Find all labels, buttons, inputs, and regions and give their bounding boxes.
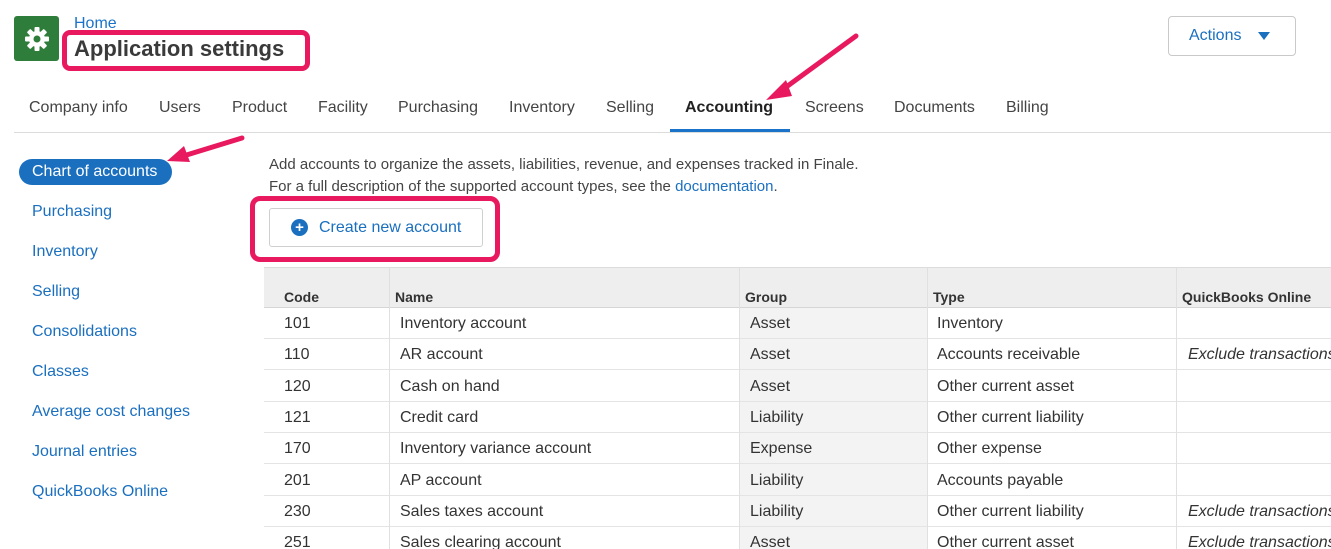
column-header-group[interactable]: Group	[745, 289, 787, 305]
cell-quickbooks-online: Exclude transactions	[1188, 534, 1331, 549]
sidebar-item-classes[interactable]: Classes	[32, 363, 89, 381]
tab-product[interactable]: Product	[232, 99, 287, 117]
column-header-name[interactable]: Name	[395, 289, 433, 305]
sidebar-item-inventory[interactable]: Inventory	[32, 243, 98, 261]
cell-name: Credit card	[400, 408, 479, 426]
cell-group: Asset	[750, 534, 791, 549]
create-button-highlight-box	[250, 196, 500, 262]
cell-type: Other current asset	[937, 534, 1074, 549]
column-divider	[1176, 267, 1177, 549]
table-row[interactable]: 121 Credit card Liability Other current lia…	[264, 402, 1331, 433]
caret-down-icon	[1258, 32, 1271, 40]
cell-group: Expense	[750, 440, 813, 458]
cell-quickbooks-online: Exclude transactions	[1188, 502, 1331, 520]
description-suffix: .	[773, 178, 778, 195]
cell-group: Liability	[750, 408, 804, 426]
actions-label: Actions	[1189, 27, 1242, 44]
cell-code: 251	[284, 534, 311, 549]
tab-facility[interactable]: Facility	[318, 99, 368, 117]
sidebar-item-average-cost-changes[interactable]: Average cost changes	[32, 403, 190, 421]
cell-code: 121	[284, 408, 311, 426]
cell-group: Asset	[750, 346, 791, 364]
sidebar-item-quickbooks-online[interactable]: QuickBooks Online	[32, 483, 168, 501]
table-row[interactable]: 251 Sales clearing account Asset Other curr…	[264, 527, 1331, 549]
arrow-to-chart-of-accounts	[167, 135, 245, 162]
settings-tabs: Company info Users Product Facility Purc…	[14, 90, 1331, 133]
cell-type: Other current asset	[937, 377, 1074, 395]
actions-dropdown-button[interactable]: Actions	[1168, 16, 1296, 56]
tab-accounting[interactable]: Accounting	[685, 99, 773, 117]
cell-name: Sales taxes account	[400, 502, 544, 520]
cell-name: Sales clearing account	[400, 534, 561, 549]
cell-name: Inventory account	[400, 315, 527, 332]
cell-code: 101	[284, 315, 311, 332]
title-highlight-box	[62, 30, 310, 71]
table-row[interactable]: 110 AR account Asset Accounts receivable Exc…	[264, 339, 1331, 371]
cell-type: Inventory	[937, 315, 1003, 332]
cell-group: Liability	[750, 471, 804, 489]
cell-code: 170	[284, 440, 311, 458]
cell-type: Other expense	[937, 440, 1042, 458]
cell-type: Other current liability	[937, 502, 1084, 520]
sidebar-item-journal-entries[interactable]: Journal entries	[32, 443, 137, 461]
table-row[interactable]: 101 Inventory account Asset Inventory	[264, 308, 1331, 339]
description-text: For a full description of the supported …	[269, 178, 671, 195]
description-line-2: For a full description of the supported …	[269, 178, 778, 195]
tab-billing[interactable]: Billing	[1006, 99, 1049, 117]
cell-code: 230	[284, 502, 311, 520]
tab-purchasing[interactable]: Purchasing	[398, 99, 478, 117]
cell-group: Asset	[750, 315, 791, 332]
active-tab-indicator	[670, 129, 790, 132]
table-row[interactable]: 170 Inventory variance account Expense Othe…	[264, 433, 1331, 465]
description-line-1: Add accounts to organize the assets, lia…	[269, 156, 859, 173]
column-divider	[739, 267, 740, 549]
cell-quickbooks-online: Exclude transactions	[1188, 346, 1331, 364]
tab-inventory[interactable]: Inventory	[509, 99, 575, 117]
cell-name: Inventory variance account	[400, 440, 592, 458]
cell-type: Accounts receivable	[937, 346, 1081, 364]
tab-users[interactable]: Users	[159, 99, 201, 117]
cell-code: 110	[284, 346, 310, 364]
sidebar-item-consolidations[interactable]: Consolidations	[32, 323, 137, 341]
cell-code: 120	[284, 377, 311, 395]
cell-type: Other current liability	[937, 408, 1084, 426]
cell-name: AR account	[400, 346, 483, 364]
tab-selling[interactable]: Selling	[606, 99, 654, 117]
table-row[interactable]: 201 AP account Liability Accounts payable	[264, 465, 1331, 496]
table-header: Code Name Group Type QuickBooks Online	[264, 267, 1331, 308]
tab-screens[interactable]: Screens	[805, 99, 864, 117]
column-divider	[927, 267, 928, 549]
column-divider	[389, 267, 390, 549]
cell-group: Asset	[750, 377, 791, 395]
column-header-code[interactable]: Code	[284, 289, 319, 305]
documentation-link[interactable]: documentation	[675, 178, 773, 195]
sidebar-item-selling[interactable]: Selling	[32, 283, 80, 301]
table-row[interactable]: 230 Sales taxes account Liability Other cur…	[264, 496, 1331, 527]
cell-name: AP account	[400, 471, 482, 489]
tab-documents[interactable]: Documents	[894, 99, 975, 117]
cell-name: Cash on hand	[400, 377, 500, 395]
table-row[interactable]: 120 Cash on hand Asset Other current asset	[264, 371, 1331, 402]
column-header-type[interactable]: Type	[933, 289, 965, 305]
sidebar-item-purchasing[interactable]: Purchasing	[32, 203, 112, 221]
column-header-quickbooks-online[interactable]: QuickBooks Online	[1182, 289, 1311, 305]
tab-company-info[interactable]: Company info	[29, 99, 128, 117]
accounts-table: Code Name Group Type QuickBooks Online 1…	[264, 267, 1331, 549]
sidebar-item-chart-of-accounts[interactable]: Chart of accounts	[19, 159, 172, 185]
cell-type: Accounts payable	[937, 471, 1064, 489]
cell-code: 201	[284, 471, 311, 489]
gear-icon	[24, 26, 49, 51]
cell-group: Liability	[750, 502, 804, 520]
app-gear-icon	[14, 16, 59, 61]
